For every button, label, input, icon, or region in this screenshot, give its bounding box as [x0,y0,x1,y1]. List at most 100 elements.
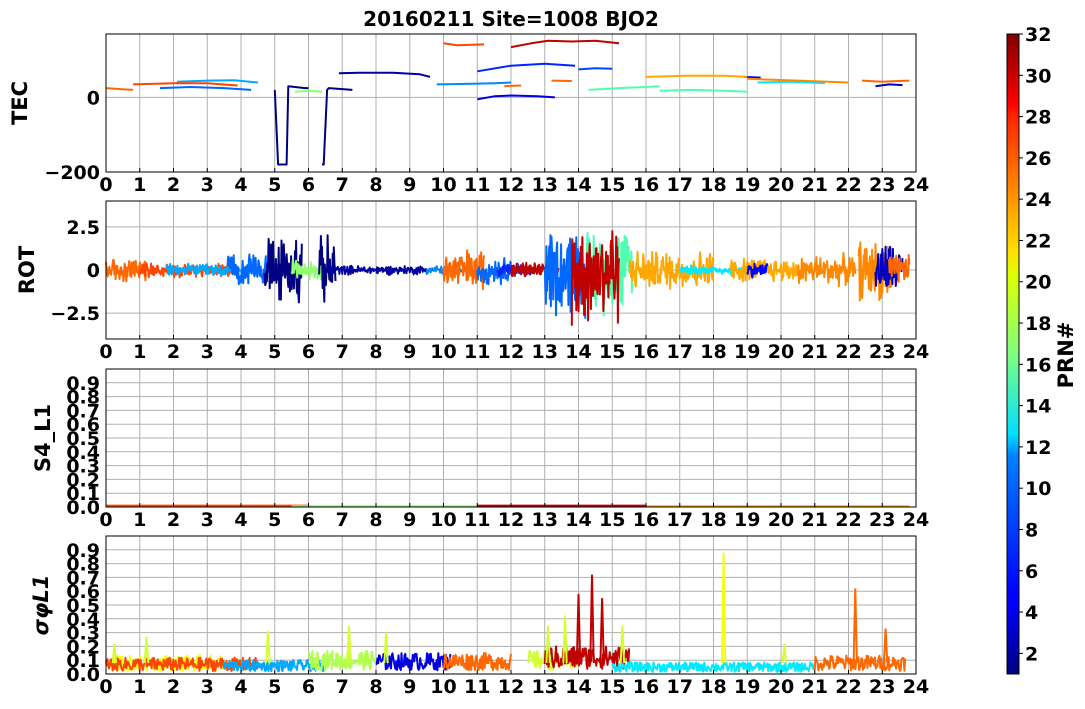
x-tick-label: 16 [633,174,659,196]
prn-series-line [543,645,631,670]
colorbar-tick-label: 20 [1025,272,1051,294]
prn-series-line [442,652,512,672]
sigma-phi-y-ticks: 0.00.10.20.30.40.50.60.70.80.9 [66,540,100,686]
rot-y-ticks: −2.5 0 2.5 [50,217,100,325]
colorbar-tick-label: 24 [1025,189,1051,211]
x-tick-label: 4 [234,174,247,196]
s4-grid [105,369,917,508]
x-tick-label: 2 [167,676,180,698]
x-tick-label: 11 [464,174,490,196]
x-tick-label: 0 [99,509,112,531]
prn-series-line [327,264,428,276]
tec-series [105,39,910,166]
x-tick-label: 21 [802,509,828,531]
s4-y-ticks: 0.00.10.20.30.40.50.60.70.80.9 [66,373,100,519]
prn-series-line [504,84,522,88]
x-tick-label: 13 [532,676,558,698]
x-tick-label: 9 [403,174,416,196]
x-tick-label: 15 [599,174,625,196]
prn-series-line [105,87,134,91]
x-tick-label: 18 [700,509,726,531]
x-tick-label: 12 [498,676,524,698]
x-tick-label: 7 [336,341,349,363]
x-tick-label: 15 [599,509,625,531]
colorbar-tick-label: 12 [1025,437,1051,459]
x-tick-label: 3 [201,676,214,698]
x-tick-label: 24 [903,174,929,196]
x-tick-label: 19 [734,341,760,363]
x-tick-label: 24 [903,676,929,698]
colorbar-tick-label: 8 [1025,519,1038,541]
x-tick-label: 8 [369,509,382,531]
x-tick-label: 21 [802,676,828,698]
rot-series [105,230,911,326]
prn-series-line [443,42,485,47]
x-tick-label: 2 [167,341,180,363]
prn-series-line [338,71,431,78]
x-tick-label: 23 [869,509,895,531]
x-tick-label: 17 [667,174,693,196]
prn-series-line [294,89,323,93]
colorbar-tick-label: 14 [1025,396,1051,418]
prn-series-line [645,74,748,78]
tec-y-ticks: −200 0 [44,87,100,184]
rot-panel: −2.502.5 0 1 2 3 4 5 6 7 8 9 10 11 12 13 14 15 16 17 18 19 2… [15,200,929,363]
x-tick-label: 0 [99,341,112,363]
x-tick-label: 2 [167,174,180,196]
x-tick-label: 13 [532,341,558,363]
y-tick-label: 2.5 [66,217,100,239]
x-tick-label: 10 [430,174,456,196]
x-tick-label: 24 [903,341,929,363]
colorbar: 2468101214161820222426283032 PRN# [1006,24,1078,675]
x-tick-label: 17 [667,509,693,531]
prn-series-line [588,85,660,91]
x-tick-label: 23 [869,174,895,196]
x-tick-label: 20 [768,341,794,363]
x-tick-label: 21 [802,341,828,363]
x-tick-label: 5 [268,174,281,196]
x-tick-label: 0 [99,676,112,698]
y-tick-label: 0 [87,260,100,282]
prn-series-line [659,88,748,93]
x-tick-label: 19 [734,509,760,531]
x-tick-label: 11 [464,676,490,698]
x-tick-label: 11 [464,341,490,363]
x-tick-label: 13 [532,174,558,196]
y-tick-label: 0.9 [66,540,100,562]
prn-series-line [436,81,512,86]
colorbar-tick-label: 16 [1025,354,1051,376]
x-tick-label: 10 [430,509,456,531]
tec-y-label: TEC [8,81,32,125]
colorbar-gradient [1006,33,1020,675]
x-tick-label: 11 [464,509,490,531]
x-tick-label: 6 [302,341,315,363]
x-tick-label: 18 [700,676,726,698]
colorbar-tick-label: 18 [1025,313,1051,335]
x-tick-label: 20 [768,509,794,531]
colorbar-tick-label: 30 [1025,65,1051,87]
prn-series-line [861,79,910,83]
x-tick-label: 15 [599,676,625,698]
prn-series-line [875,83,903,88]
x-tick-label: 4 [234,676,247,698]
x-tick-label: 1 [133,341,146,363]
x-tick-label: 3 [201,509,214,531]
x-tick-label: 5 [268,341,281,363]
x-tick-label: 14 [565,676,591,698]
x-tick-label: 15 [599,341,625,363]
x-tick-label: 14 [565,509,591,531]
colorbar-tick-label: 10 [1025,478,1051,500]
x-tick-label: 4 [234,509,247,531]
x-tick-label: 10 [430,676,456,698]
sigma-phi-peak [265,631,271,664]
x-tick-label: 12 [498,341,524,363]
x-tick-label: 2 [167,509,180,531]
x-tick-label: 13 [532,509,558,531]
x-tick-label: 8 [369,174,382,196]
x-tick-label: 1 [133,174,146,196]
y-tick-label: 0 [87,87,100,109]
x-tick-label: 9 [403,676,416,698]
x-tick-label: 14 [565,341,591,363]
x-tick-label: 6 [302,509,315,531]
x-tick-label: 18 [700,174,726,196]
